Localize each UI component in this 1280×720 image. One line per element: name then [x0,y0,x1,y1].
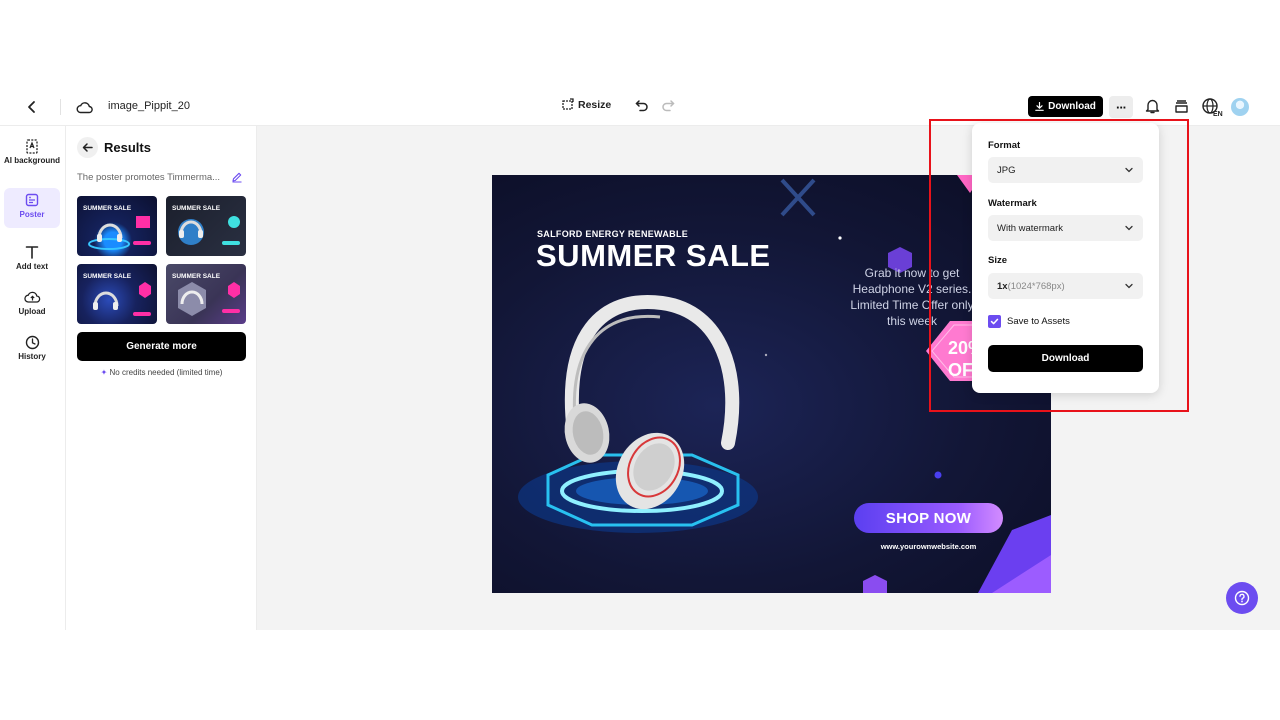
more-icon: ··· [1116,99,1127,115]
thumbnail-art: SUMMER SALE [83,273,151,316]
menu-download-button[interactable]: Download [988,345,1143,372]
check-icon [990,318,999,325]
size-detail: (1024*768px) [1007,280,1065,292]
thumbnail-title: SUMMER SALE [172,273,221,280]
app-window: image_Pippit_20 Resize Download ··· EN A… [0,88,1280,630]
format-label: Format [988,140,1021,151]
cloud-sync-button[interactable] [74,97,94,117]
top-bar: image_Pippit_20 Resize Download ··· EN [0,88,1280,126]
globe-icon: EN [1202,98,1223,117]
chevron-down-icon [1125,167,1133,173]
rail-item-ai-background[interactable]: AI background [4,134,60,180]
help-button[interactable] [1226,582,1258,614]
poster-shop-now: SHOP NOW [854,503,1003,533]
rail-label: History [18,352,46,361]
tool-rail: AI background Poster Add text Upload His… [0,126,66,630]
rail-item-upload[interactable]: Upload [4,286,60,326]
rail-item-poster[interactable]: Poster [4,188,60,228]
credits-note: ✦ No credits needed (limited time) [66,368,257,377]
rail-label: Upload [18,307,46,316]
download-label: Download [1048,101,1096,112]
panel-back-button[interactable] [77,137,98,158]
undo-icon [635,100,648,112]
result-thumbnail[interactable]: SUMMER SALE [77,196,157,256]
size-value: 1x [997,280,1008,292]
save-to-assets-row[interactable]: Save to Assets [988,315,1070,328]
avatar[interactable] [1231,98,1249,116]
question-icon [1234,590,1250,606]
rail-item-history[interactable]: History [4,331,60,371]
thumbnail-art: SUMMER SALE [172,205,240,245]
ai-background-icon [26,139,38,154]
download-menu: Format JPG Watermark With watermark Size… [972,123,1159,393]
redo-button[interactable] [660,98,676,114]
text-icon [25,246,39,259]
bell-icon [1145,99,1159,114]
back-button[interactable] [22,97,42,117]
prompt-text: The poster promotes Timmerma... [77,172,221,183]
chevron-left-icon [28,101,35,113]
undo-button[interactable] [634,98,650,114]
size-label: Size [988,255,1008,266]
resize-label: Resize [578,98,612,111]
credits-text: No credits needed (limited time) [109,368,223,377]
arrow-left-icon [82,143,93,152]
thumbnail-art: SUMMER SALE [83,205,151,250]
generate-more-button[interactable]: Generate more [77,332,246,361]
poster-title: SUMMER SALE [536,238,771,273]
save-to-assets-checkbox[interactable] [988,315,1001,328]
redo-icon [662,100,675,112]
clock-icon [25,335,39,350]
save-to-assets-label: Save to Assets [1007,316,1070,327]
panel-title: Results [104,140,151,155]
pencil-icon[interactable] [231,171,243,183]
notifications-button[interactable] [1143,97,1161,115]
poster-artboard[interactable]: SALFORD ENERGY RENEWABLE SUMMER SALE Gra… [492,175,1051,593]
poster-icon [25,193,39,207]
poster-body: Grab it now to get Headphone V2 series. … [850,266,974,328]
chevron-down-icon [1125,283,1133,289]
cloud-icon [76,101,93,113]
result-thumbnail[interactable]: SUMMER SALE [166,196,246,256]
format-select[interactable]: JPG [988,157,1143,183]
rail-label: AI background [4,156,61,165]
rail-label: Add text [16,262,48,271]
result-thumbnail[interactable]: SUMMER SALE [166,264,246,324]
resize-icon [562,98,574,110]
download-icon [1035,102,1044,111]
results-panel: Results The poster promotes Timmerma... … [66,126,257,630]
language-badge: EN [1213,111,1223,117]
file-title[interactable]: image_Pippit_20 [108,100,190,112]
chevron-down-icon [1125,225,1133,231]
more-options-button[interactable]: ··· [1109,96,1133,118]
poster-url: www.yourownwebsite.com [880,542,977,551]
rail-item-add-text[interactable]: Add text [4,240,60,280]
stack-icon [1174,99,1188,113]
language-button[interactable]: EN [1201,96,1223,118]
result-thumbnail[interactable]: SUMMER SALE [77,264,157,324]
thumbnail-art: SUMMER SALE [172,273,240,316]
layers-button[interactable] [1172,97,1190,115]
divider [60,99,61,115]
download-button[interactable]: Download [1028,96,1103,117]
thumbnail-title: SUMMER SALE [83,273,132,280]
thumbnail-title: SUMMER SALE [172,205,221,212]
watermark-value: With watermark [997,222,1063,234]
resize-button[interactable]: Resize [561,98,611,111]
upload-icon [23,291,40,303]
rail-label: Poster [19,210,45,219]
thumbnail-title: SUMMER SALE [83,205,132,212]
sparkle-icon: ✦ [100,368,108,377]
watermark-label: Watermark [988,198,1037,209]
watermark-select[interactable]: With watermark [988,215,1143,241]
format-value: JPG [997,164,1016,176]
size-select[interactable]: 1x (1024*768px) [988,273,1143,299]
